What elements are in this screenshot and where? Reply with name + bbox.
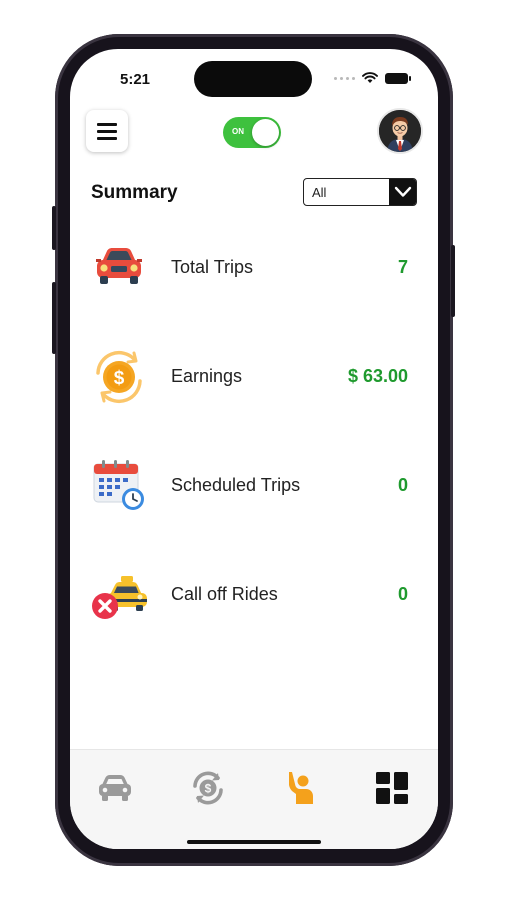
stat-label-total-trips: Total Trips <box>171 257 254 277</box>
tab-dashboard[interactable] <box>370 768 414 808</box>
toggle-knob <box>252 119 279 146</box>
phone-side-button <box>52 206 56 250</box>
phone-power-button <box>451 245 455 317</box>
home-indicator[interactable] <box>187 840 321 844</box>
car-icon <box>99 775 131 801</box>
stat-label-scheduled-trips: Scheduled Trips <box>171 475 301 495</box>
stat-value-total-trips: 7 <box>397 257 408 277</box>
car-icon <box>90 240 148 296</box>
summary-filter-dropdown[interactable]: All <box>303 178 417 206</box>
phone-volume-button <box>52 282 56 354</box>
toggle-label: ON <box>232 127 244 136</box>
menu-icon <box>97 122 117 126</box>
stat-value-scheduled-trips: 0 <box>397 475 408 495</box>
status-time: 5:21 <box>120 71 151 88</box>
avatar-icon <box>379 110 421 152</box>
status-icons <box>334 72 411 84</box>
menu-button[interactable] <box>86 110 128 152</box>
dashboard-grid-icon <box>376 772 408 804</box>
battery-icon <box>385 72 411 84</box>
stat-label-earnings: Earnings <box>171 366 243 386</box>
stat-row-total-trips[interactable]: Total Trips 7 <box>70 240 438 296</box>
dropdown-value: All <box>312 185 327 200</box>
summary-title: Summary <box>91 182 178 203</box>
earnings-cycle-icon: $ <box>193 771 223 805</box>
bottom-tab-bar: $ <box>70 749 438 849</box>
tab-trips[interactable] <box>93 768 137 808</box>
stat-row-call-off-rides[interactable]: Call off Rides 0 <box>70 567 438 623</box>
stat-value-earnings: $ 63.00 <box>347 366 408 386</box>
wifi-icon <box>362 72 378 83</box>
svg-text:$: $ <box>114 368 125 389</box>
stat-row-earnings[interactable]: $ Earnings $ 63.00 <box>70 349 438 405</box>
chevron-down-icon <box>389 179 416 205</box>
dollar-coin-icon: $ <box>90 349 148 405</box>
stat-label-call-off-rides: Call off Rides <box>171 584 278 604</box>
online-toggle[interactable]: ON <box>223 117 281 148</box>
signal-icon <box>334 76 355 80</box>
profile-avatar[interactable] <box>377 108 423 154</box>
taxi-cancel-icon <box>90 567 148 623</box>
stat-row-scheduled-trips[interactable]: Scheduled Trips 0 <box>70 458 438 514</box>
tab-passenger[interactable] <box>278 768 322 808</box>
passenger-wave-icon <box>289 772 313 804</box>
dynamic-island <box>194 61 312 97</box>
app-screen: 5:21 ON Summary All Total Trips 7 $ Earn… <box>70 49 438 849</box>
stat-value-call-off-rides: 0 <box>397 584 408 604</box>
calendar-clock-icon <box>90 458 148 514</box>
svg-text:$: $ <box>205 782 212 796</box>
tab-earnings[interactable]: $ <box>186 768 230 808</box>
